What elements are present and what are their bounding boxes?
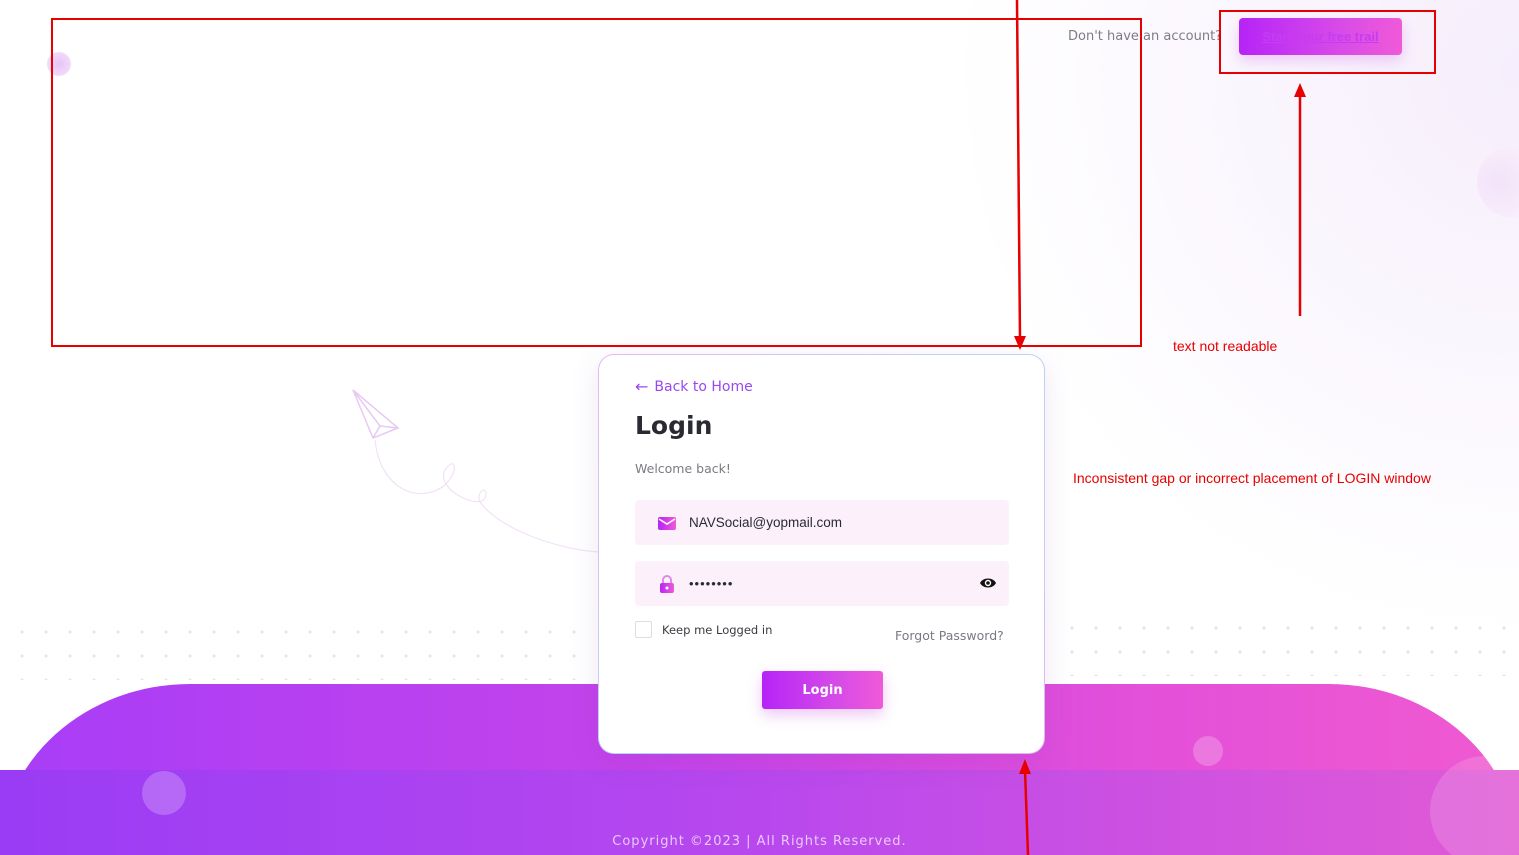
decorative-bubble — [142, 771, 186, 815]
eye-icon[interactable] — [979, 574, 997, 592]
login-button[interactable]: Login — [762, 671, 883, 709]
lock-icon — [660, 574, 674, 593]
envelope-icon — [658, 516, 676, 530]
annotation-readability-note: text not readable — [1173, 338, 1278, 354]
remember-me-checkbox[interactable] — [635, 621, 652, 638]
email-input[interactable] — [689, 515, 959, 530]
dot-pattern — [10, 620, 590, 680]
decorative-bubble — [1193, 736, 1223, 766]
back-to-home-link[interactable]: ← Back to Home — [635, 377, 753, 396]
login-card: ← Back to Home Login Welcome back! Keep … — [598, 354, 1045, 754]
dot-pattern — [1060, 616, 1519, 676]
email-field-container — [635, 500, 1009, 545]
password-field-container — [635, 561, 1009, 606]
remember-me-option[interactable]: Keep me Logged in — [635, 621, 772, 638]
paper-plane-illustration — [352, 389, 601, 553]
welcome-subtitle: Welcome back! — [635, 461, 731, 476]
annotation-box-trial-button — [1219, 10, 1436, 74]
page-title: Login — [635, 411, 713, 440]
password-input[interactable] — [689, 576, 959, 591]
annotation-placement-note: Inconsistent gap or incorrect placement … — [1073, 470, 1431, 486]
arrow-left-icon: ← — [635, 377, 649, 396]
copyright-text: Copyright ©2023 | All Rights Reserved. — [612, 834, 907, 849]
forgot-password-link[interactable]: Forgot Password? — [895, 628, 1004, 643]
back-to-home-label: Back to Home — [654, 379, 753, 395]
annotation-box-empty-area — [51, 18, 1142, 347]
remember-me-label: Keep me Logged in — [662, 622, 773, 637]
